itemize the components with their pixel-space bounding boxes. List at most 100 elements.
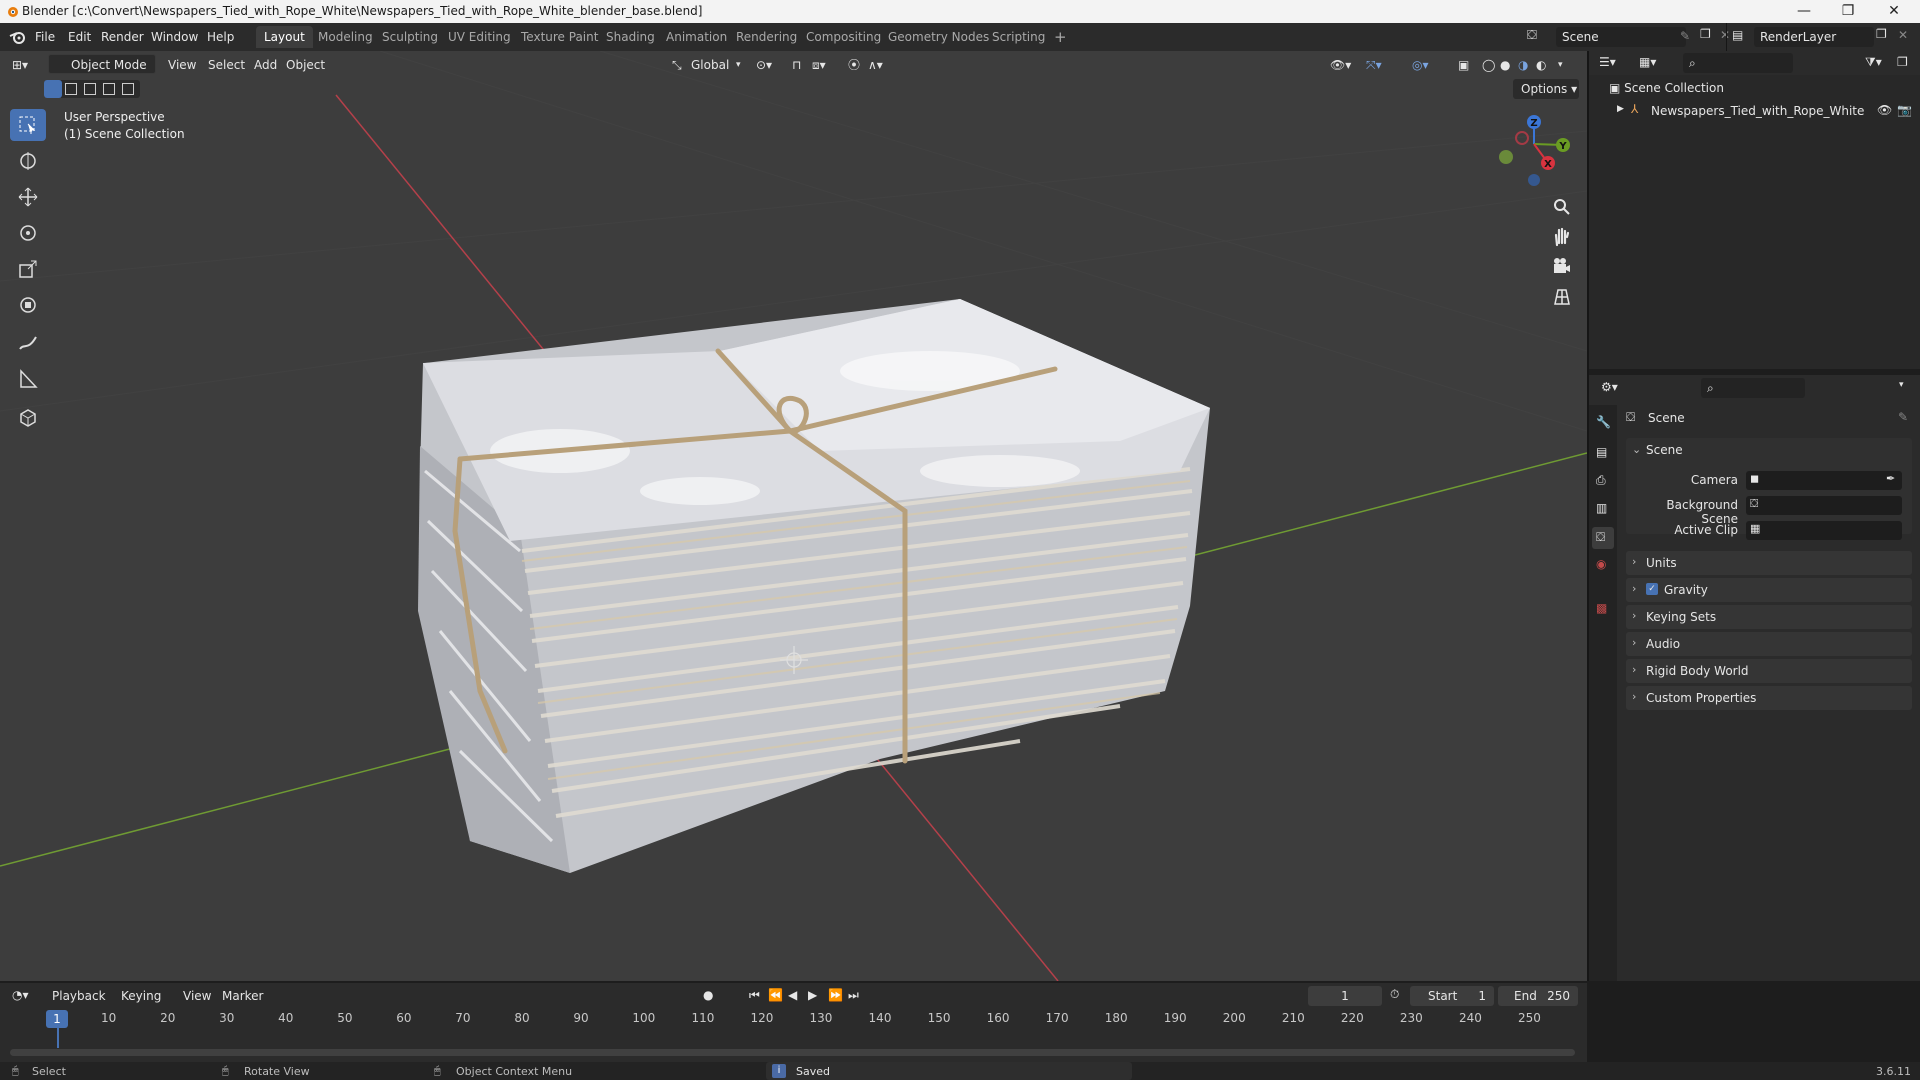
scene-tab-icon[interactable]: ⛋ bbox=[1592, 527, 1614, 549]
select-subtract-icon[interactable] bbox=[84, 83, 96, 95]
gizmo-neg-z-icon[interactable] bbox=[1528, 174, 1540, 186]
annotate-tool[interactable] bbox=[10, 327, 46, 359]
wireframe-shading-icon[interactable]: ◯ bbox=[1482, 55, 1495, 75]
world-tab-icon[interactable]: ◉ bbox=[1596, 557, 1606, 571]
transform-tool[interactable] bbox=[10, 289, 46, 321]
chevron-down-icon[interactable]: ⌄ bbox=[1632, 443, 1641, 456]
menu-help[interactable]: Help bbox=[207, 30, 234, 44]
texture-tab-icon[interactable]: ▩ bbox=[1596, 601, 1607, 615]
zoom-icon[interactable] bbox=[1550, 195, 1574, 219]
camera-view-icon[interactable] bbox=[1550, 255, 1574, 279]
background-scene-field[interactable]: ⛋ bbox=[1746, 496, 1902, 515]
new-view-layer-icon[interactable]: ❐ bbox=[1876, 27, 1887, 41]
menu-select[interactable]: Select bbox=[208, 55, 245, 75]
tab-modeling[interactable]: Modeling bbox=[310, 26, 381, 48]
menu-view[interactable]: View bbox=[168, 55, 196, 75]
panel-rigid-body-world[interactable]: › Rigid Body World bbox=[1626, 659, 1912, 683]
eyedropper-icon[interactable]: ✒ bbox=[1886, 472, 1895, 485]
panel-scene-title[interactable]: Scene bbox=[1646, 443, 1683, 457]
close-icon[interactable]: ✕ bbox=[1874, 2, 1914, 20]
tab-scripting[interactable]: Scripting bbox=[984, 26, 1053, 48]
outliner-search[interactable]: ⌕ bbox=[1683, 53, 1793, 73]
prev-keyframe-icon[interactable]: ⏪ bbox=[768, 988, 783, 1002]
cursor-tool[interactable] bbox=[10, 145, 46, 177]
tab-uv-editing[interactable]: UV Editing bbox=[440, 26, 519, 48]
xray-icon[interactable]: ▣ bbox=[1458, 55, 1469, 75]
outliner-row-scene-collection[interactable]: ▣ Scene Collection bbox=[1609, 81, 1724, 95]
snap-icon[interactable]: ⊓ bbox=[792, 55, 801, 75]
visibility-icon[interactable]: 👁▾ bbox=[1330, 55, 1351, 75]
outliner-editor-icon[interactable]: ☰▾ bbox=[1599, 55, 1616, 69]
output-tab-icon[interactable]: ⎙ bbox=[1596, 473, 1606, 488]
panel-audio[interactable]: › Audio bbox=[1626, 632, 1912, 656]
select-intersect-icon[interactable] bbox=[122, 83, 134, 95]
panel-gravity[interactable]: › ✓ Gravity bbox=[1626, 578, 1912, 602]
proportional-edit-icon[interactable]: ⦿ bbox=[848, 55, 860, 75]
shading-options-icon[interactable]: ▾ bbox=[1558, 55, 1563, 75]
expand-chevron-icon[interactable]: ▶ bbox=[1617, 104, 1624, 114]
navigation-gizmo[interactable]: Z Y X bbox=[1490, 110, 1570, 192]
orientation-global[interactable]: Global bbox=[691, 55, 729, 75]
playhead-frame[interactable]: 1 bbox=[46, 1010, 68, 1028]
tab-rendering[interactable]: Rendering bbox=[728, 26, 805, 48]
menu-playback[interactable]: Playback bbox=[52, 989, 106, 1003]
perspective-toggle-icon[interactable] bbox=[1550, 285, 1574, 309]
falloff-icon[interactable]: ∧▾ bbox=[868, 55, 883, 75]
minimize-icon[interactable]: — bbox=[1784, 2, 1824, 20]
gizmo-toggle-icon[interactable]: ⤧▾ bbox=[1366, 55, 1382, 75]
properties-search[interactable]: ⌕ bbox=[1701, 378, 1805, 398]
scene-icon[interactable]: ⛋ bbox=[1527, 28, 1537, 43]
pin-icon[interactable]: ✎ bbox=[1898, 410, 1908, 424]
play-reverse-icon[interactable]: ◀ bbox=[788, 988, 797, 1002]
pan-hand-icon[interactable] bbox=[1550, 225, 1574, 249]
gizmo-neg-x-icon[interactable] bbox=[1515, 131, 1529, 145]
menu-edit[interactable]: Edit bbox=[68, 30, 91, 44]
scale-tool[interactable] bbox=[10, 253, 46, 285]
transform-orientation-icon[interactable]: ⤡ bbox=[672, 55, 682, 75]
record-icon[interactable]: ● bbox=[703, 988, 713, 1002]
jump-start-icon[interactable]: ⏮ bbox=[749, 988, 760, 1003]
tab-layout[interactable]: Layout bbox=[256, 26, 313, 48]
tab-animation[interactable]: Animation bbox=[658, 26, 735, 48]
panel-custom-properties[interactable]: › Custom Properties bbox=[1626, 686, 1912, 710]
properties-options-icon[interactable]: ▾ bbox=[1899, 380, 1904, 390]
select-box-tool[interactable] bbox=[10, 109, 46, 141]
delete-view-layer-icon[interactable]: ✕ bbox=[1898, 28, 1908, 42]
filter-icon[interactable]: ⧩▾ bbox=[1865, 55, 1882, 70]
outliner-row-object[interactable]: ▶ ⅄ Newspapers_Tied_with_Rope_White 👁 📷 bbox=[1589, 101, 1920, 121]
play-icon[interactable]: ▶ bbox=[808, 988, 817, 1002]
clock-icon[interactable]: ⏱ bbox=[1390, 987, 1399, 1002]
eye-visibility-icon[interactable]: 👁 bbox=[1877, 103, 1892, 117]
menu-file[interactable]: File bbox=[35, 30, 55, 44]
display-mode-icon[interactable]: ▦▾ bbox=[1639, 55, 1656, 69]
tool-tab-icon[interactable]: 🔧 bbox=[1596, 415, 1611, 429]
menu-timeline-view[interactable]: View bbox=[183, 989, 211, 1003]
tab-compositing[interactable]: Compositing bbox=[798, 26, 889, 48]
tab-shading[interactable]: Shading bbox=[598, 26, 663, 48]
solid-shading-icon[interactable]: ● bbox=[1500, 55, 1510, 75]
properties-editor-icon[interactable]: ⚙▾ bbox=[1601, 380, 1618, 394]
add-workspace-icon[interactable]: + bbox=[1046, 26, 1075, 48]
move-tool[interactable] bbox=[10, 181, 46, 213]
render-camera-icon[interactable]: 📷 bbox=[1897, 103, 1912, 117]
timeline-editor-icon[interactable]: ◔▾ bbox=[12, 988, 29, 1002]
3d-viewport[interactable] bbox=[0, 51, 1587, 981]
active-clip-field[interactable]: ▦ bbox=[1746, 521, 1902, 540]
new-collection-icon[interactable]: ❐ bbox=[1897, 55, 1908, 69]
tab-sculpting[interactable]: Sculpting bbox=[374, 26, 446, 48]
blender-menu-icon[interactable] bbox=[9, 29, 27, 45]
menu-add[interactable]: Add bbox=[254, 55, 277, 75]
view-layer-selector[interactable]: RenderLayer bbox=[1754, 27, 1874, 47]
measure-tool[interactable] bbox=[10, 363, 46, 395]
timeline-scrollbar[interactable] bbox=[10, 1049, 1575, 1056]
maximize-icon[interactable]: ❐ bbox=[1828, 2, 1868, 20]
rotate-tool[interactable] bbox=[10, 217, 46, 249]
playhead-line[interactable] bbox=[57, 1028, 59, 1048]
snap-target-icon[interactable]: ⧈▾ bbox=[812, 55, 826, 75]
select-extend-icon[interactable] bbox=[65, 83, 77, 95]
chevron-down-icon[interactable]: ▾ bbox=[736, 55, 741, 75]
panel-units[interactable]: › Units bbox=[1626, 551, 1912, 575]
current-frame-field[interactable]: 1 bbox=[1308, 986, 1382, 1006]
panel-keying-sets[interactable]: › Keying Sets bbox=[1626, 605, 1912, 629]
gizmo-neg-y-icon[interactable] bbox=[1499, 150, 1513, 164]
